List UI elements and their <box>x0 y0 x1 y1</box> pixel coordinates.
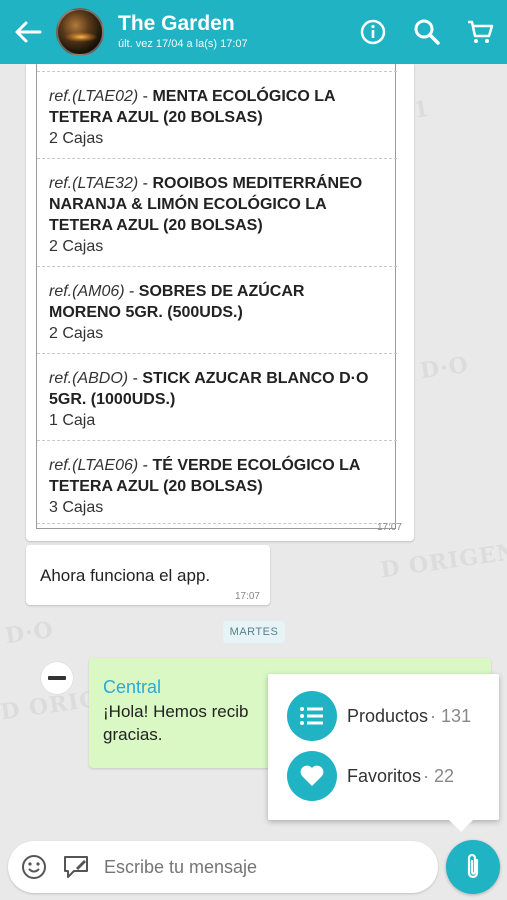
emoji-button[interactable] <box>20 853 48 881</box>
item-name: STICK AZUCAR BLANCO D·O <box>142 370 369 387</box>
contact-name: The Garden <box>118 12 235 35</box>
search-button[interactable] <box>401 0 453 64</box>
message-time: 17:07 <box>376 522 402 533</box>
info-button[interactable] <box>345 0 401 64</box>
order-item: ref.(AM06) - SOBRES DE AZÚCAR MORENO 5GR… <box>49 281 389 344</box>
message-text: ¡Hola! Hemos recib gracias. <box>103 700 283 746</box>
item-qty: 1 Caja <box>49 412 96 429</box>
item-name-cont: TETERA AZUL (20 BOLSAS) <box>49 478 263 495</box>
item-ref: ref.(LTAE06) <box>49 457 139 474</box>
last-seen: últ. vez 17/04 a la(s) 17:07 <box>118 38 248 50</box>
list-icon <box>287 691 337 741</box>
arrow-left-icon <box>15 21 42 43</box>
note-icon <box>64 856 88 878</box>
message-composer <box>8 841 438 893</box>
attach-button[interactable] <box>446 840 500 894</box>
menu-count: · 131 <box>430 705 472 726</box>
order-message: ref.(LTAE02) - MENTA ECOLÓGICO LA TETERA… <box>26 64 414 541</box>
message-text: Ahora funciona el app. <box>40 566 211 585</box>
search-icon <box>414 19 440 45</box>
order-item: ref.(ABDO) - STICK AZUCAR BLANCO D·O 5GR… <box>49 368 389 431</box>
cart-button[interactable] <box>453 0 507 64</box>
back-button[interactable] <box>0 0 56 64</box>
logo-icon <box>48 676 66 680</box>
incoming-message: Ahora funciona el app. 17:07 <box>26 545 270 605</box>
item-qty: 3 Cajas <box>49 499 104 516</box>
contact-info[interactable]: The Garden últ. vez 17/04 a la(s) 17:07 <box>118 12 345 52</box>
attach-menu: Productos · 131 Favoritos · 22 <box>268 674 499 832</box>
item-name: SOBRES DE AZÚCAR <box>138 283 305 300</box>
item-name-cont: TETERA AZUL (20 BOLSAS) <box>49 109 263 126</box>
item-qty: 2 Cajas <box>49 130 104 147</box>
message-time: 17:07 <box>234 591 260 602</box>
info-icon <box>360 19 386 45</box>
sender-avatar <box>41 662 73 694</box>
message-sender: Central <box>103 677 162 697</box>
heart-icon <box>287 751 337 801</box>
smiley-icon <box>22 855 46 879</box>
watermark-logo: D ORIGEN <box>378 538 507 584</box>
watermark-logo: D·O <box>418 351 471 385</box>
item-ref: ref.(ABDO) <box>49 370 129 387</box>
quick-reply-button[interactable] <box>62 853 90 881</box>
item-name: TÉ VERDE ECOLÓGICO LA <box>152 457 361 474</box>
watermark-logo: D·O <box>3 616 56 650</box>
menu-label: Productos <box>347 705 429 726</box>
menu-label: Favoritos <box>347 765 422 786</box>
divider <box>37 266 397 267</box>
cart-icon <box>468 20 494 43</box>
order-list: ref.(LTAE02) - MENTA ECOLÓGICO LA TETERA… <box>36 64 397 529</box>
item-name: MENTA ECOLÓGICO LA <box>152 88 336 105</box>
divider <box>37 440 397 441</box>
message-line: ¡Hola! Hemos recib <box>103 702 249 721</box>
item-ref: ref.(LTAE02) <box>49 88 139 105</box>
item-name-cont: MORENO 5GR. (500UDS.) <box>49 304 243 321</box>
divider <box>37 353 397 354</box>
item-name-cont: NARANJA & LIMÓN ECOLÓGICO LA <box>49 196 327 213</box>
contact-avatar[interactable] <box>56 8 104 56</box>
day-divider: MARTES <box>223 621 285 643</box>
item-name: ROOIBOS MEDITERRÁNEO <box>152 175 363 192</box>
item-ref: ref.(LTAE32) <box>49 175 139 192</box>
item-ref: ref.(AM06) <box>49 283 125 300</box>
menu-count: · 22 <box>423 765 455 786</box>
divider <box>37 523 397 524</box>
order-item: ref.(LTAE02) - MENTA ECOLÓGICO LA TETERA… <box>49 86 389 149</box>
item-qty: 2 Cajas <box>49 325 104 342</box>
divider <box>37 158 397 159</box>
menu-item-products[interactable]: Productos · 131 <box>287 691 471 741</box>
chat-header: The Garden últ. vez 17/04 a la(s) 17:07 <box>0 0 507 64</box>
paperclip-icon <box>467 853 479 879</box>
divider <box>37 71 397 72</box>
message-input[interactable] <box>104 853 424 881</box>
order-item: ref.(LTAE32) - ROOIBOS MEDITERRÁNEO NARA… <box>49 173 389 257</box>
item-qty: 2 Cajas <box>49 238 104 255</box>
order-item: ref.(LTAE06) - TÉ VERDE ECOLÓGICO LA TET… <box>49 455 389 518</box>
message-line: gracias. <box>103 725 163 744</box>
menu-item-favorites[interactable]: Favoritos · 22 <box>287 751 454 801</box>
item-name-cont: TETERA AZUL (20 BOLSAS) <box>49 217 263 234</box>
item-name-cont: 5GR. (1000UDS.) <box>49 391 176 408</box>
